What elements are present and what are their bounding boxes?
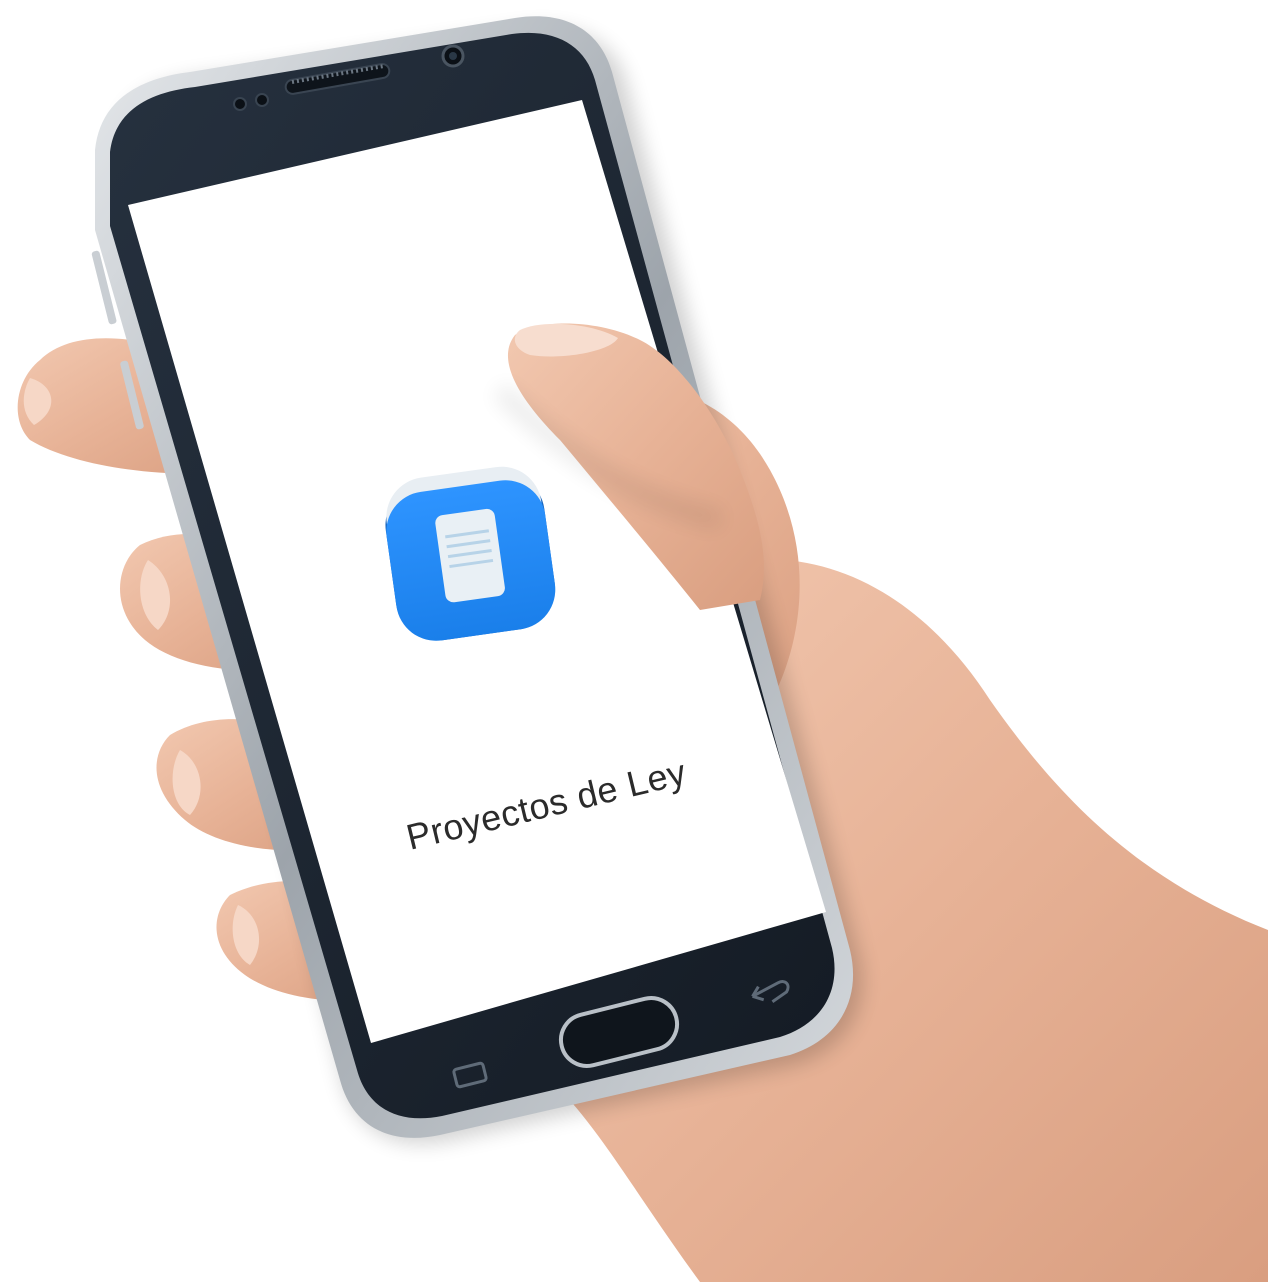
app-icon[interactable] xyxy=(379,461,560,646)
scene: Proyectos de Ley xyxy=(0,0,1268,1282)
front-camera xyxy=(441,44,465,68)
document-icon xyxy=(435,508,505,603)
scene-svg: Proyectos de Ley xyxy=(17,16,1268,1282)
